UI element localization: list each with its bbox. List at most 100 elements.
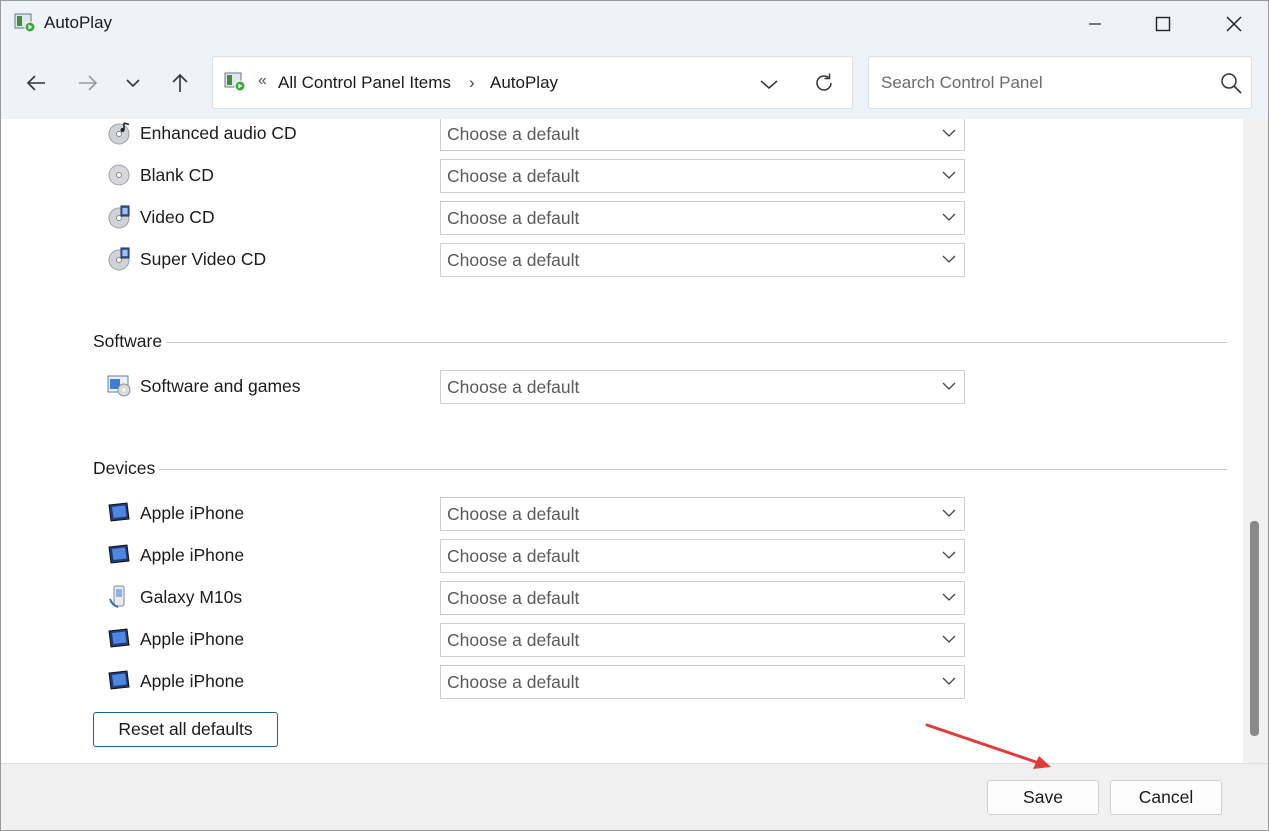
search-icon[interactable] [1219, 71, 1243, 95]
refresh-button[interactable] [812, 71, 836, 95]
media-row-enhanced-audio-cd: Enhanced audio CD Choose a default [107, 119, 967, 155]
cancel-button[interactable]: Cancel [1110, 780, 1222, 815]
default-action-select[interactable]: Choose a default [440, 539, 965, 573]
autoplay-icon [14, 13, 36, 33]
device-label: Apple iPhone [140, 545, 245, 565]
device-icon [107, 669, 133, 693]
default-action-select[interactable]: Choose a default [440, 243, 965, 277]
search-box[interactable] [868, 56, 1252, 109]
maximize-button[interactable] [1128, 1, 1198, 47]
device-row: Apple iPhone Choose a default [107, 539, 967, 577]
default-action-select[interactable]: Choose a default [440, 201, 965, 235]
media-row-blank-cd: Blank CD Choose a default [107, 159, 967, 197]
breadcrumb-all-control-panel-items[interactable]: All Control Panel Items [278, 73, 451, 93]
device-row: Galaxy M10s Choose a default [107, 581, 967, 619]
phone-icon [107, 585, 133, 609]
default-action-select[interactable]: Choose a default [440, 581, 965, 615]
chevron-down-icon [942, 593, 956, 601]
chevron-down-icon [942, 677, 956, 685]
device-icon [107, 501, 133, 525]
blank-cd-icon [107, 163, 133, 187]
select-value: Choose a default [447, 504, 580, 524]
select-value: Choose a default [447, 672, 580, 692]
software-label: Software and games [140, 376, 301, 396]
save-button[interactable]: Save [987, 780, 1099, 815]
dialog-footer: Save Cancel [1, 763, 1268, 830]
scrollbar-thumb[interactable] [1250, 521, 1259, 736]
recent-locations-button[interactable] [117, 67, 149, 99]
device-label: Apple iPhone [140, 629, 245, 649]
address-dropdown-button[interactable] [758, 73, 780, 95]
media-row-super-video-cd: Super Video CD Choose a default [107, 243, 967, 281]
breadcrumb-overflow[interactable]: « [258, 72, 267, 90]
device-label: Apple iPhone [140, 671, 245, 691]
breadcrumb-autoplay[interactable]: AutoPlay [490, 73, 558, 93]
minimize-button[interactable] [1060, 1, 1130, 47]
title-bar: AutoPlay [1, 1, 1268, 47]
device-icon [107, 627, 133, 651]
autoplay-settings-panel: Enhanced audio CD Choose a default Blank… [1, 119, 1243, 763]
maximize-icon [1155, 16, 1171, 32]
search-input[interactable] [879, 69, 1199, 97]
chevron-down-icon [942, 129, 956, 137]
chevron-down-icon [126, 79, 140, 88]
select-value: Choose a default [447, 166, 580, 186]
default-action-select[interactable]: Choose a default [440, 159, 965, 193]
media-label: Video CD [140, 207, 215, 227]
chevron-down-icon [942, 509, 956, 517]
media-row-video-cd: Video CD Choose a default [107, 201, 967, 239]
chevron-down-icon [942, 213, 956, 221]
default-action-select[interactable]: Choose a default [440, 370, 965, 404]
device-row: Apple iPhone Choose a default [107, 497, 967, 535]
close-icon [1226, 16, 1242, 32]
device-label: Galaxy M10s [140, 587, 243, 607]
select-value: Choose a default [447, 208, 580, 228]
reset-all-defaults-button[interactable]: Reset all defaults [93, 712, 278, 747]
chevron-down-icon [942, 382, 956, 390]
refresh-icon [816, 73, 832, 91]
select-value: Choose a default [447, 124, 580, 144]
chevron-down-icon [942, 171, 956, 179]
default-action-select[interactable]: Choose a default [440, 119, 965, 151]
up-button[interactable] [164, 67, 196, 99]
device-label: Apple iPhone [140, 503, 245, 523]
media-label: Super Video CD [140, 249, 267, 269]
media-label: Blank CD [140, 165, 214, 185]
video-cd-icon [107, 205, 133, 229]
section-title-software: Software [93, 331, 167, 352]
arrow-right-icon [79, 75, 98, 91]
chevron-down-icon [942, 635, 956, 643]
chevron-down-icon [942, 551, 956, 559]
software-games-icon [107, 374, 133, 398]
breadcrumb-separator[interactable]: › [469, 73, 475, 93]
select-value: Choose a default [447, 588, 580, 608]
close-button[interactable] [1199, 1, 1268, 47]
device-row: Apple iPhone Choose a default [107, 665, 967, 703]
autoplay-window: AutoPlay « All Control Panel Items › Aut… [0, 0, 1269, 831]
enhanced-audio-cd-icon [107, 121, 133, 145]
address-bar[interactable]: « All Control Panel Items › AutoPlay [212, 56, 853, 109]
select-value: Choose a default [447, 546, 580, 566]
chevron-down-icon [942, 255, 956, 263]
select-value: Choose a default [447, 630, 580, 650]
arrow-up-icon [172, 73, 188, 92]
window-title: AutoPlay [44, 13, 113, 32]
section-divider [155, 469, 1227, 470]
default-action-select[interactable]: Choose a default [440, 665, 965, 699]
back-button[interactable] [20, 67, 52, 99]
software-row-software-and-games: Software and games Choose a default [107, 370, 967, 408]
vertical-scrollbar[interactable] [1243, 119, 1268, 763]
device-row: Apple iPhone Choose a default [107, 623, 967, 661]
default-action-select[interactable]: Choose a default [440, 623, 965, 657]
device-icon [107, 543, 133, 567]
arrow-left-icon [26, 75, 45, 91]
select-value: Choose a default [447, 250, 580, 270]
forward-button[interactable] [72, 67, 104, 99]
navigation-bar: « All Control Panel Items › AutoPlay [1, 47, 1268, 119]
super-video-cd-icon [107, 247, 133, 271]
default-action-select[interactable]: Choose a default [440, 497, 965, 531]
control-panel-icon [224, 72, 246, 92]
minimize-icon [1089, 23, 1101, 25]
media-label: Enhanced audio CD [140, 123, 297, 143]
section-divider [161, 342, 1227, 343]
